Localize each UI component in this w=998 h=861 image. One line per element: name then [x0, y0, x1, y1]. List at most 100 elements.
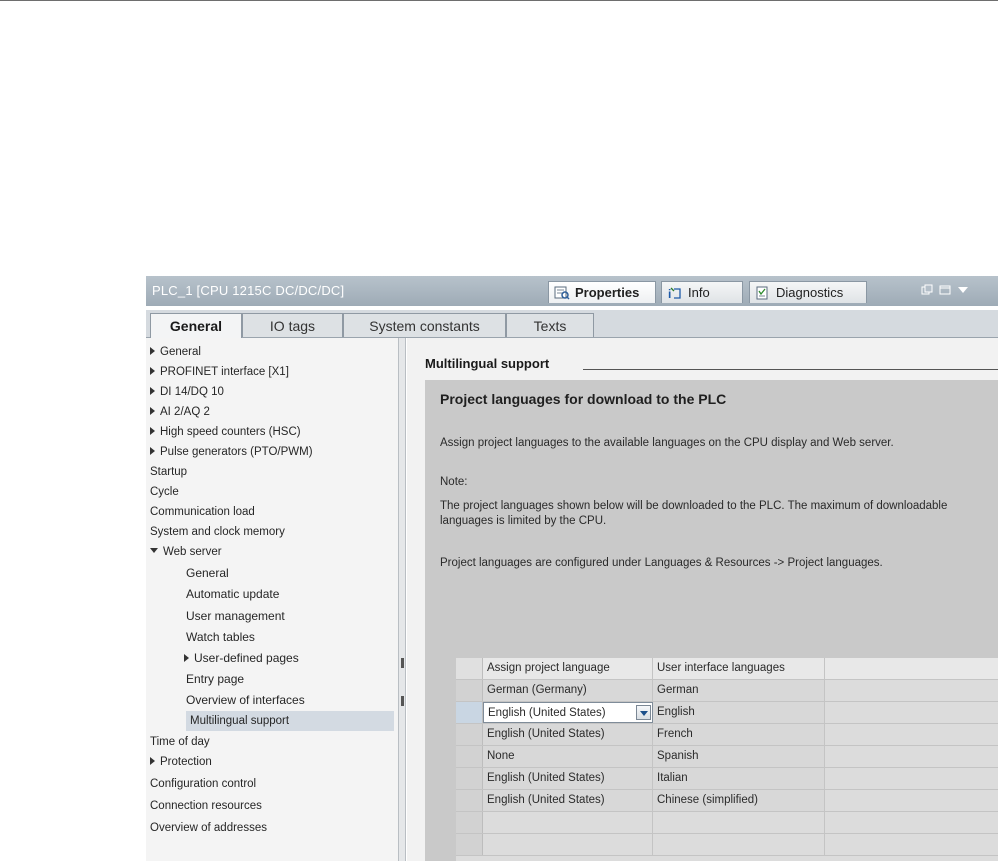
nav-item-di-dq[interactable]: DI 14/DQ 10 [150, 382, 224, 402]
project-language-cell[interactable]: None [483, 746, 653, 767]
properties-tab[interactable]: Properties [548, 281, 656, 303]
float-icon[interactable] [921, 284, 933, 299]
nav-item-time-of-day[interactable]: Time of day [150, 732, 210, 752]
nav-item-ai-aq[interactable]: AI 2/AQ 2 [150, 402, 210, 422]
expand-arrow-icon[interactable] [150, 426, 155, 435]
nav-item-pulse-generators[interactable]: Pulse generators (PTO/PWM) [150, 442, 313, 462]
ui-language-cell: German [653, 680, 825, 701]
project-language-dropdown[interactable]: English (United States) [483, 702, 653, 723]
configuration-hint: Project languages are configured under L… [440, 557, 883, 569]
table-row[interactable]: German (Germany) German [456, 680, 998, 702]
ui-language-cell: French [653, 724, 825, 745]
nav-item-profinet-interface[interactable]: PROFINET interface [X1] [150, 362, 289, 382]
tab-system-constants[interactable]: System constants [343, 313, 506, 337]
dropdown-value: English (United States) [488, 707, 606, 719]
window-title: PLC_1 [CPU 1215C DC/DC/DC] [152, 283, 345, 298]
nav-item-automatic-update[interactable]: Automatic update [186, 584, 279, 604]
splitter-handle[interactable] [401, 696, 404, 706]
diagnostics-label: Diagnostics [776, 285, 844, 300]
settings-group: Project languages for download to the PL… [425, 380, 998, 861]
expand-arrow-icon[interactable] [184, 653, 189, 662]
table-row[interactable]: English (United States) English [456, 702, 998, 724]
nav-item-hsc[interactable]: High speed counters (HSC) [150, 422, 301, 442]
splitter[interactable] [398, 338, 406, 861]
expand-arrow-icon[interactable] [150, 406, 155, 415]
nav-item-user-management[interactable]: User management [186, 606, 285, 626]
row-index[interactable] [456, 768, 483, 789]
subsection-title: Project languages for download to the PL… [440, 391, 727, 407]
row-index[interactable] [456, 790, 483, 811]
table-row[interactable]: None Spanish [456, 746, 998, 768]
nav-item-multilingual-support[interactable]: Multilingual support [186, 711, 394, 731]
note-text: The project languages shown below will b… [440, 500, 948, 527]
project-language-cell[interactable]: German (Germany) [483, 680, 653, 701]
nav-item-overview-of-interfaces[interactable]: Overview of interfaces [186, 690, 305, 710]
title-bar: PLC_1 [CPU 1215C DC/DC/DC] Properties i … [146, 276, 998, 306]
chevron-down-icon [640, 711, 648, 716]
properties-icon [554, 286, 570, 300]
project-language-cell[interactable]: English (United States) [483, 768, 653, 789]
table-row[interactable]: English (United States) Italian [456, 768, 998, 790]
ui-language-cell: Chinese (simplified) [653, 790, 825, 811]
nav-item-configuration-control[interactable]: Configuration control [150, 774, 256, 794]
collapse-arrow-icon[interactable] [150, 548, 158, 554]
nav-item-communication-load[interactable]: Communication load [150, 502, 255, 522]
expand-arrow-icon[interactable] [150, 346, 155, 355]
nav-item-entry-page[interactable]: Entry page [186, 669, 244, 689]
row-index[interactable] [456, 746, 483, 767]
window-controls [921, 284, 981, 298]
nav-item-web-general[interactable]: General [186, 563, 229, 583]
nav-item-cycle[interactable]: Cycle [150, 482, 179, 502]
nav-item-connection-resources[interactable]: Connection resources [150, 796, 262, 816]
nav-item-general[interactable]: General [150, 342, 201, 362]
top-rule [0, 0, 998, 1]
inspector-panel: PLC_1 [CPU 1215C DC/DC/DC] Properties i … [146, 276, 998, 861]
minimize-icon[interactable] [939, 284, 951, 299]
empty-table-row [456, 834, 998, 856]
tab-texts[interactable]: Texts [506, 313, 594, 337]
table-row[interactable]: English (United States) French [456, 724, 998, 746]
project-language-cell[interactable]: English (United States) [483, 724, 653, 745]
info-label: Info [688, 285, 710, 300]
row-index[interactable] [456, 724, 483, 745]
properties-label: Properties [575, 285, 640, 300]
description-text: Assign project languages to the availabl… [440, 437, 894, 449]
content-pane: Multilingual support Project languages f… [407, 338, 998, 861]
row-index[interactable] [456, 702, 483, 723]
nav-item-startup[interactable]: Startup [150, 462, 187, 482]
section-title: Multilingual support [425, 356, 550, 371]
tab-io-tags[interactable]: IO tags [242, 313, 343, 337]
table-row[interactable]: English (United States) Chinese (simplif… [456, 790, 998, 812]
section-divider [583, 369, 998, 370]
row-index[interactable] [456, 680, 483, 701]
nav-item-system-clock-memory[interactable]: System and clock memory [150, 522, 285, 542]
column-header[interactable]: User interface languages [653, 658, 825, 679]
empty-table-row [456, 812, 998, 834]
info-tab[interactable]: i Info [661, 281, 743, 303]
svg-text:i: i [668, 287, 671, 300]
nav-item-protection[interactable]: Protection [150, 752, 212, 772]
nav-item-overview-of-addresses[interactable]: Overview of addresses [150, 818, 267, 838]
expand-arrow-icon[interactable] [150, 366, 155, 375]
ui-language-cell: Italian [653, 768, 825, 789]
dropdown-button[interactable] [636, 705, 651, 720]
row-index-header [456, 658, 483, 679]
project-language-cell[interactable]: English (United States) [483, 790, 653, 811]
diagnostics-tab[interactable]: Diagnostics [749, 281, 867, 303]
chevron-down-icon[interactable] [957, 284, 969, 299]
expand-arrow-icon[interactable] [150, 386, 155, 395]
language-table: Assign project language User interface l… [456, 658, 998, 861]
nav-item-web-server[interactable]: Web server [150, 542, 222, 562]
nav-item-watch-tables[interactable]: Watch tables [186, 627, 255, 647]
ui-language-cell: Spanish [653, 746, 825, 767]
note-label: Note: [440, 476, 468, 488]
nav-item-user-defined-pages[interactable]: User-defined pages [184, 648, 299, 668]
table-header-row: Assign project language User interface l… [456, 658, 998, 680]
expand-arrow-icon[interactable] [150, 756, 155, 765]
column-header[interactable]: Assign project language [483, 658, 653, 679]
tab-row: General IO tags System constants Texts [146, 310, 998, 338]
tab-general[interactable]: General [150, 313, 242, 338]
expand-arrow-icon[interactable] [150, 446, 155, 455]
splitter-handle[interactable] [401, 658, 404, 668]
info-icon: i [667, 286, 683, 301]
